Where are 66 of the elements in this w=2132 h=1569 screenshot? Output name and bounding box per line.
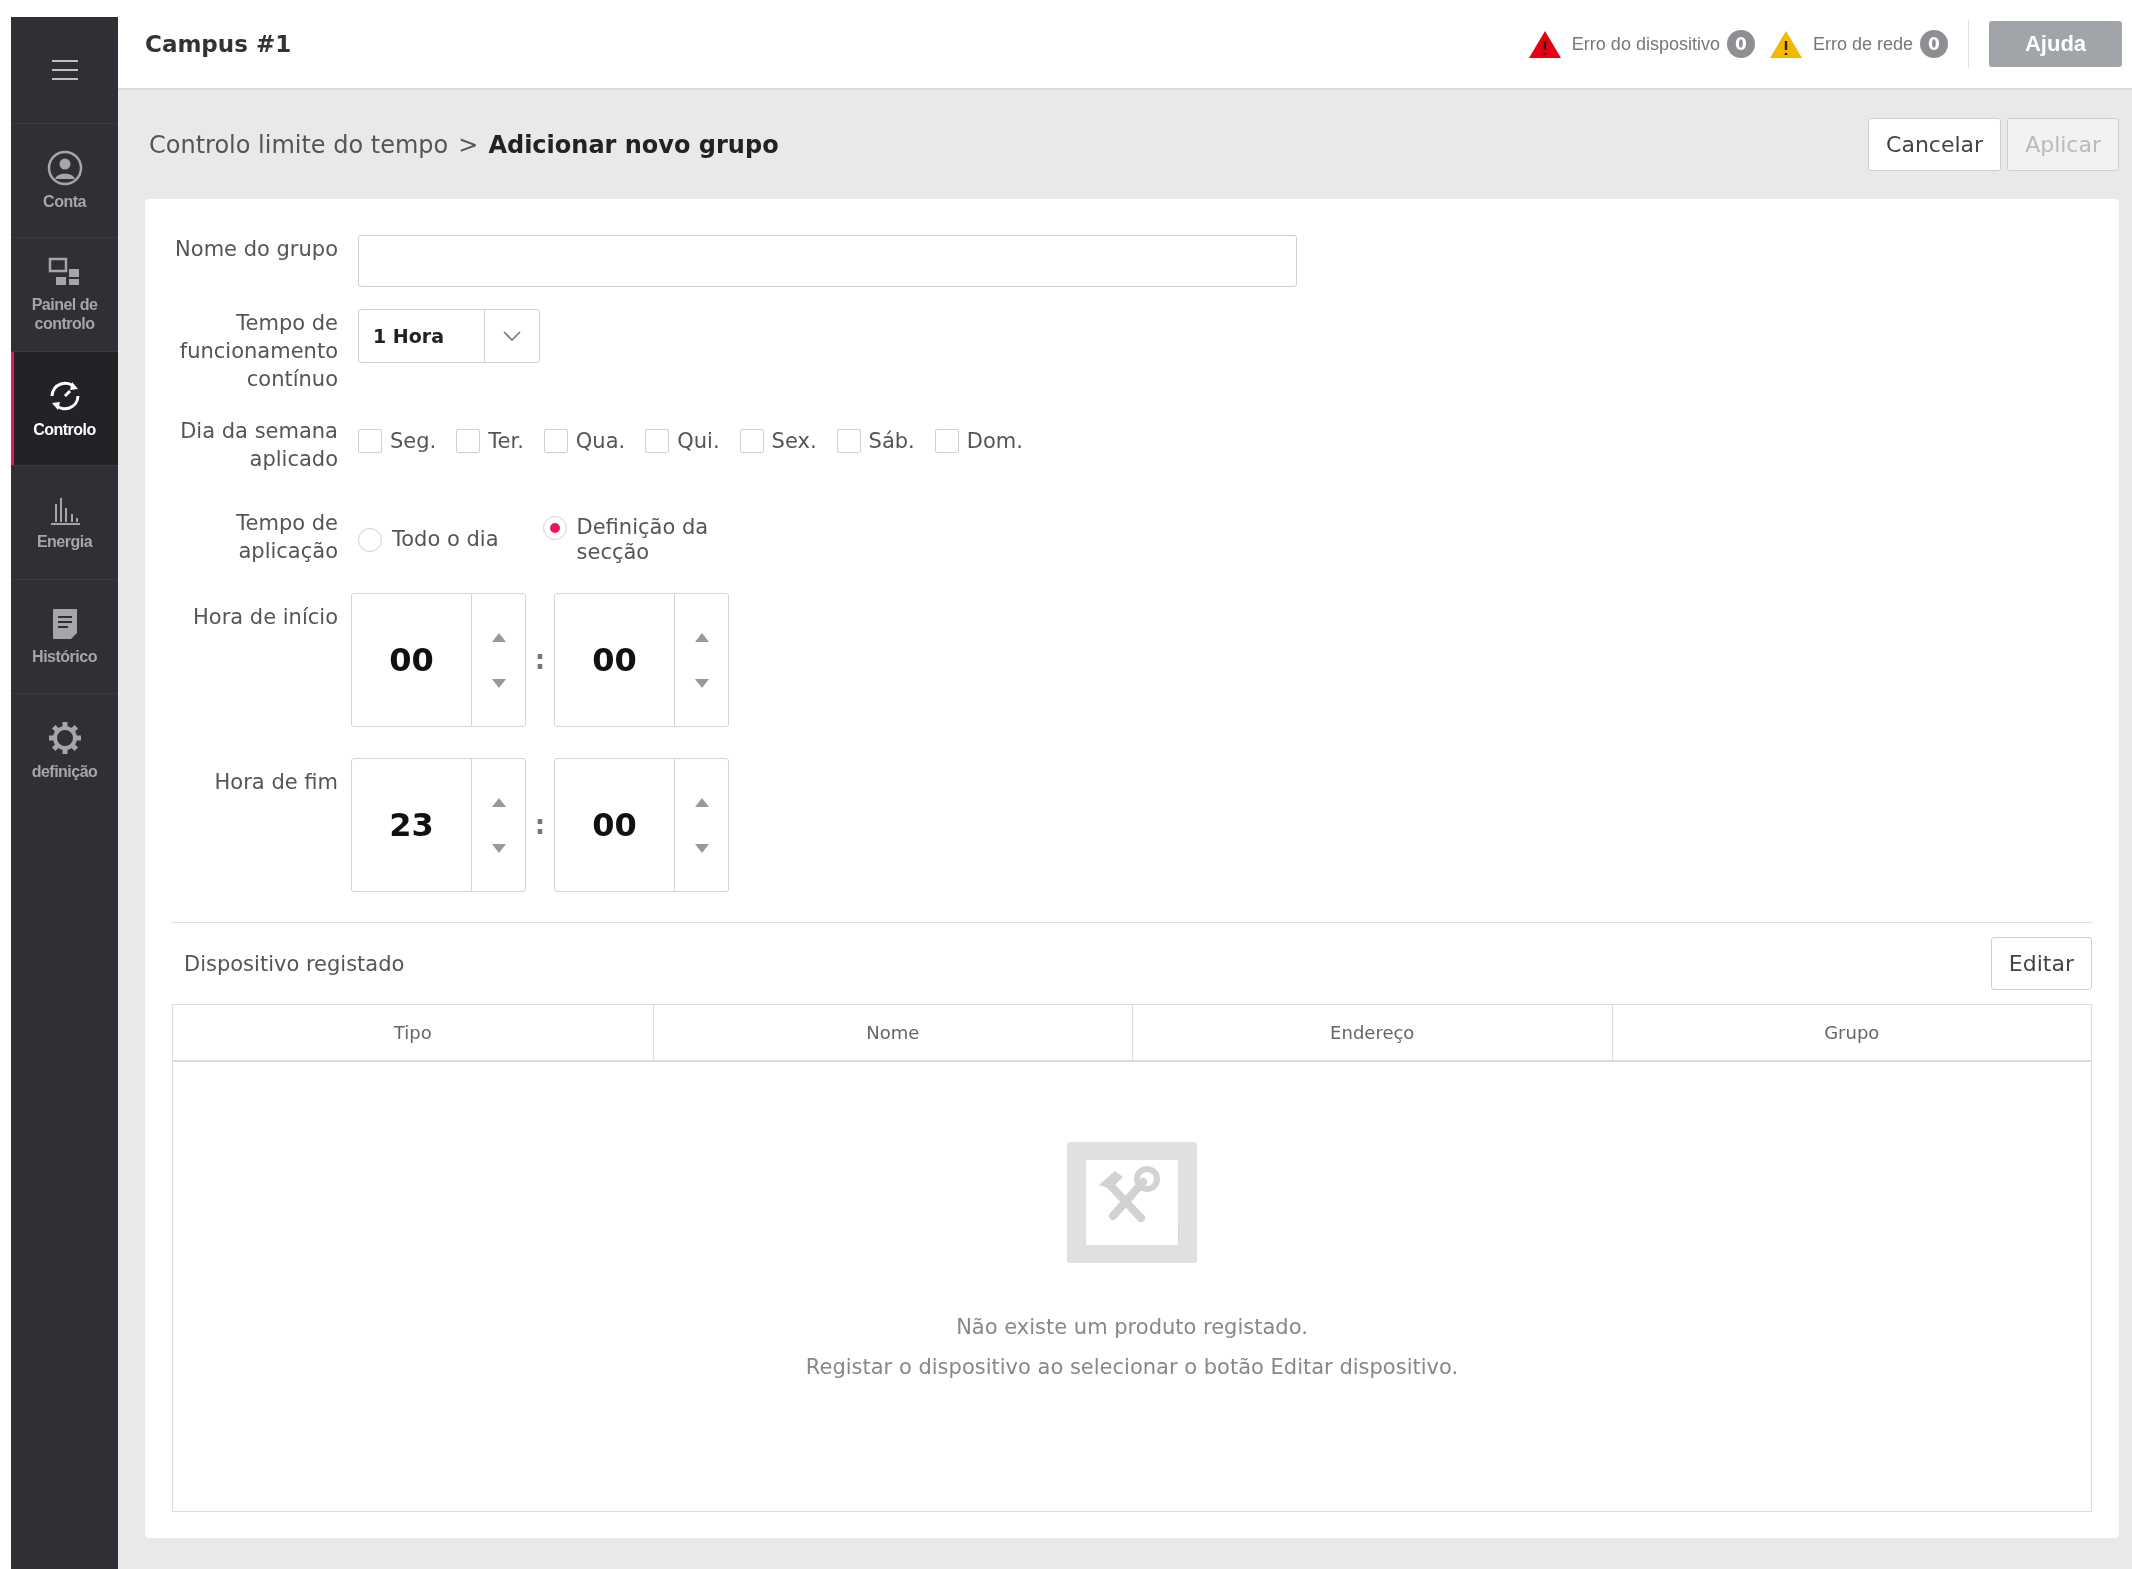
duration-dropdown[interactable]: 1 Hora [358,309,540,363]
tools-icon [1067,1142,1197,1263]
page-title: Campus #1 [145,31,293,57]
checkbox[interactable] [645,429,670,453]
action-button[interactable]: Cancelar [1868,118,2002,171]
column-header: Grupo [1611,1005,2091,1060]
checkbox[interactable] [934,429,959,453]
column-header: Tipo [392,1021,433,1045]
section-title: Dispositivo registado [184,951,405,976]
column-header: Nome [652,1005,1132,1060]
field-label: Tempo de aplicação [235,510,338,565]
caret-up-icon [694,797,709,807]
time-separator: : [533,810,547,840]
empty-message: Não existe um produto registado. [956,1314,1308,1341]
field-label: Hora de fim [213,769,338,796]
checkbox-label: Dom. [966,429,1023,453]
checkbox[interactable] [358,429,382,453]
field-label: Nome do grupo [174,236,338,263]
breadcrumb-current: Adicionar novo grupo [488,130,779,159]
alert-label: Erro de rede [1812,33,1913,55]
breadcrumb-separator: > [458,130,479,159]
checkbox[interactable] [543,429,568,453]
time-spinner[interactable]: 00 [351,593,526,727]
time-spinner[interactable]: 00 [554,593,729,727]
spinner-value: 23 [388,805,435,846]
sidebar-item[interactable]: Controlo [11,351,118,465]
checkbox[interactable] [739,429,764,453]
alert-label: Erro do dispositivo [1571,33,1720,55]
group-name-field[interactable] [358,235,1297,287]
checkbox-label: Sáb. [868,429,915,453]
menu-icon [50,59,79,81]
spinner-value: 00 [591,640,638,681]
edit-button[interactable]: Editar [1990,937,2092,990]
radio-label: Todo o dia [392,527,499,552]
caret-down-icon [491,678,506,688]
caret-up-icon [491,797,506,807]
empty-message: Registar o dispositivo ao selecionar o botão Editar dispositivo. [805,1354,1459,1381]
column-header: Endereço [1132,1005,1612,1060]
time-separator: : [533,645,547,675]
time-spinner[interactable]: 00 [554,758,729,892]
dropdown-value: 1 Hora [372,324,445,349]
field-label: Tempo de funcionamento contínuo [178,310,338,393]
spinner-value: 00 [388,640,435,681]
gear-icon [46,720,83,756]
caret-down-icon [491,843,506,853]
time-spinner[interactable]: 23 [351,758,526,892]
field-label: Hora de início [192,604,338,631]
caret-up-icon [491,632,506,642]
checkbox-label: Qui. [677,429,720,453]
checkbox[interactable] [456,429,481,453]
count-badge: 0 [1726,30,1755,58]
caret-down-icon [694,843,709,853]
checkbox[interactable] [836,429,861,453]
caret-down-icon [694,678,709,688]
chevron-down-icon [503,331,521,341]
spinner-value: 00 [591,805,638,846]
checkbox-label: Sex. [771,429,817,453]
radio-label: Definição da secção [576,515,710,565]
person-icon [46,150,83,186]
caret-up-icon [694,632,709,642]
checkbox-label: Ter. [488,429,524,453]
checkbox-label: Qua. [575,429,626,453]
field-label: Dia da semana aplicado [179,418,338,473]
checkbox-label: Seg. [390,429,437,453]
count-badge: 0 [1920,30,1948,58]
breadcrumb-link[interactable]: Controlo limite do tempo [149,130,449,159]
